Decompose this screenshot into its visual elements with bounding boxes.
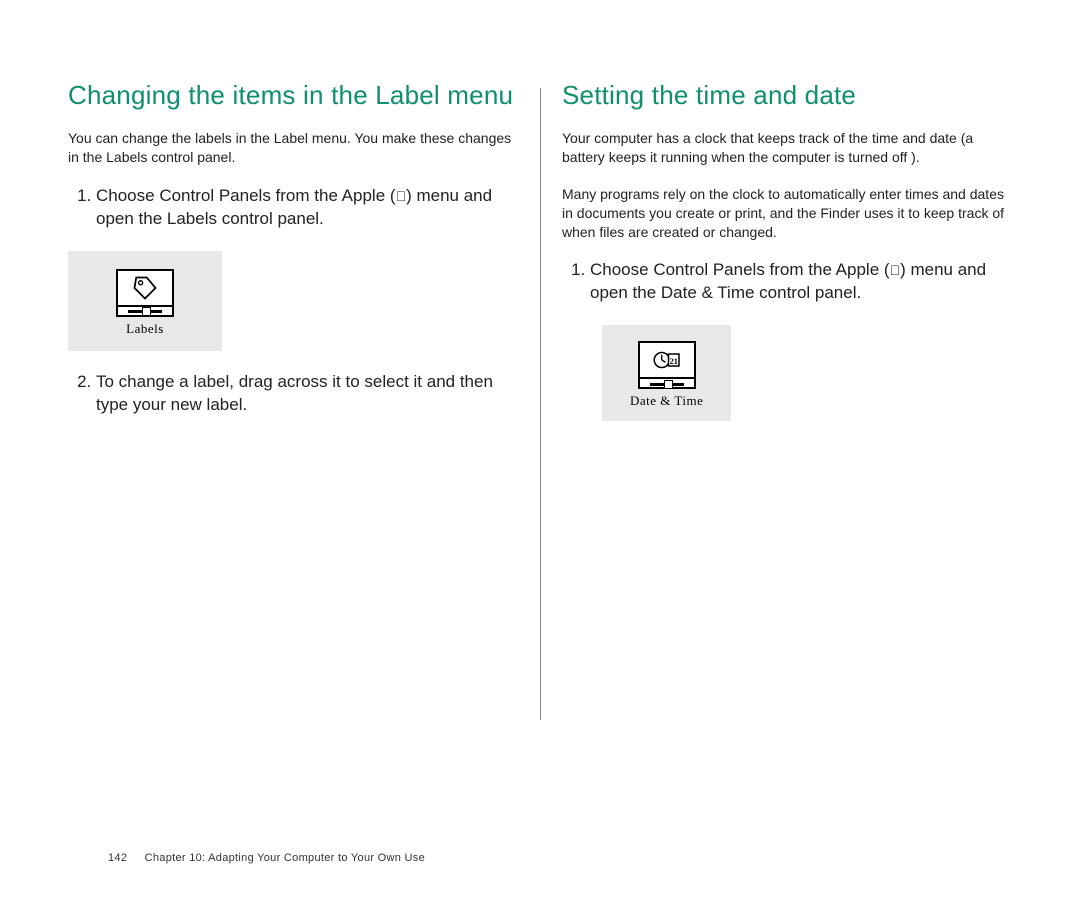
left-heading: Changing the items in the Label menu (68, 80, 514, 111)
labels-panel-figure: Labels (68, 251, 222, 351)
tag-icon (131, 274, 159, 302)
svg-text:21: 21 (669, 357, 677, 366)
apple-icon:  (396, 187, 407, 206)
left-intro: You can change the labels in the Label m… (68, 129, 514, 167)
page-number: 142 (108, 852, 127, 864)
left-steps-2: To change a label, drag across it to sel… (68, 371, 514, 417)
left-column: Changing the items in the Label menu You… (68, 80, 538, 740)
right-heading: Setting the time and date (562, 80, 1008, 111)
clock-calendar-icon: 21 (652, 346, 682, 374)
right-step-1a: Choose Control Panels from the Apple ( (590, 260, 890, 279)
left-step-1a: Choose Control Panels from the Apple ( (96, 186, 396, 205)
chapter-label: Chapter 10: Adapting Your Computer to Yo… (145, 852, 425, 864)
left-step-2: To change a label, drag across it to sel… (96, 371, 514, 417)
column-divider (540, 88, 541, 720)
slider-icon (650, 383, 684, 386)
labels-caption: Labels (116, 321, 174, 337)
left-steps: Choose Control Panels from the Apple ()… (68, 185, 514, 231)
right-intro-2: Many programs rely on the clock to autom… (562, 185, 1008, 242)
page-footer: 142 Chapter 10: Adapting Your Computer t… (108, 852, 425, 864)
right-step-1: Choose Control Panels from the Apple ()… (590, 259, 1008, 305)
page-content: Changing the items in the Label menu You… (0, 0, 1080, 780)
datetime-icon: 21 (638, 341, 696, 389)
datetime-panel-figure: 21 Date & Time (602, 325, 731, 421)
right-intro-1: Your computer has a clock that keeps tra… (562, 129, 1008, 167)
right-column: Setting the time and date Your computer … (538, 80, 1008, 740)
labels-icon (116, 269, 174, 317)
left-step-1: Choose Control Panels from the Apple ()… (96, 185, 514, 231)
datetime-caption: Date & Time (630, 393, 703, 409)
apple-icon:  (890, 261, 901, 280)
slider-icon (128, 310, 162, 313)
right-steps: Choose Control Panels from the Apple ()… (562, 259, 1008, 305)
